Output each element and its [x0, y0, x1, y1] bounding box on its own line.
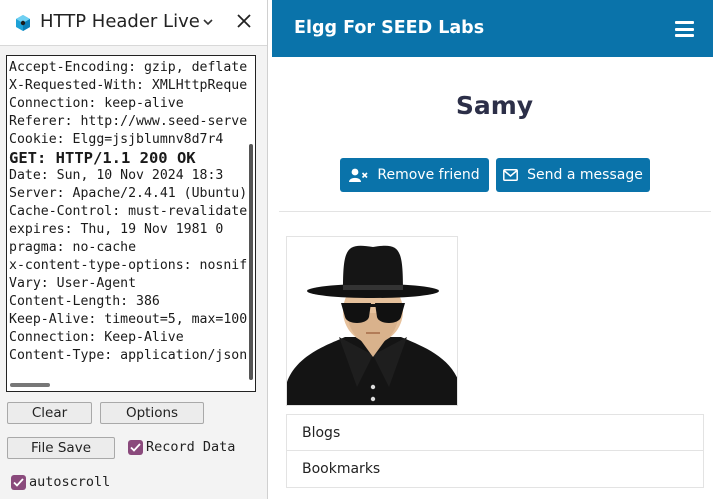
log-line: x-content-type-options: nosniff: [9, 258, 247, 273]
divider: [279, 211, 711, 212]
record-data-label: Record Data: [146, 439, 236, 455]
hamburger-menu-icon[interactable]: [675, 21, 694, 37]
chevron-down-icon[interactable]: [203, 18, 213, 26]
log-line: GET: HTTP/1.1 200 OK: [9, 149, 196, 167]
hacker-avatar-icon: [287, 245, 457, 405]
profile-menu: Blogs Bookmarks: [286, 414, 704, 488]
clear-button[interactable]: Clear: [7, 402, 92, 424]
log-line: Cookie: Elgg=jsjblumnv8d7r4: [9, 132, 224, 147]
send-message-button[interactable]: Send a message: [496, 158, 650, 192]
log-line: Cache-Control: must-revalidate: [9, 204, 247, 219]
profile-name: Samy: [455, 91, 534, 120]
log-line: Content-Type: application/json: [9, 348, 247, 363]
checkbox-checked-icon[interactable]: [11, 474, 26, 490]
autoscroll-label: autoscroll: [29, 474, 111, 490]
record-data-checkbox[interactable]: Record Data: [128, 439, 235, 455]
file-save-button[interactable]: File Save: [7, 437, 115, 459]
profile-menu-item-bookmarks[interactable]: Bookmarks: [286, 451, 704, 488]
close-icon[interactable]: [237, 14, 251, 28]
http-header-live-sidebar: HTTP Header Live Accept-Encoding: gzip, …: [0, 0, 268, 499]
site-brand[interactable]: Elgg For SEED Labs: [294, 18, 484, 38]
horizontal-scroll-thumb[interactable]: [10, 383, 50, 387]
remove-friend-label: Remove friend: [377, 167, 480, 183]
remove-friend-button[interactable]: Remove friend: [340, 158, 489, 192]
log-line: Date: Sun, 10 Nov 2024 18:3: [9, 168, 224, 183]
vertical-scrollbar[interactable]: [247, 56, 255, 380]
extension-cube-icon: [16, 15, 30, 31]
user-remove-icon: [349, 168, 368, 182]
elgg-page: Elgg For SEED Labs Samy Remove friend Se…: [272, 0, 713, 499]
sidebar-header: HTTP Header Live: [0, 0, 267, 46]
log-line: Connection: Keep-Alive: [9, 330, 184, 345]
log-line: Connection: keep-alive: [9, 96, 184, 111]
log-line: X-Requested-With: XMLHttpRequest: [9, 78, 247, 93]
log-line: Accept-Encoding: gzip, deflate: [9, 60, 247, 75]
log-line: Vary: User-Agent: [9, 276, 137, 291]
header-log-lines: Accept-Encoding: gzip, deflate X-Requeste…: [9, 59, 247, 365]
profile-avatar[interactable]: [286, 236, 458, 406]
options-button[interactable]: Options: [100, 402, 204, 424]
checkbox-checked-icon[interactable]: [128, 439, 143, 455]
log-line: Keep-Alive: timeout=5, max=100: [9, 312, 247, 327]
log-line: Server: Apache/2.4.41 (Ubuntu): [9, 186, 247, 201]
send-message-label: Send a message: [527, 167, 643, 183]
log-line: Referer: http://www.seed-server.com: [9, 114, 247, 129]
vertical-scroll-thumb[interactable]: [249, 144, 253, 380]
site-topbar: Elgg For SEED Labs: [272, 0, 713, 57]
log-line: expires: Thu, 19 Nov 1981 0: [9, 222, 224, 237]
profile-menu-item-blogs[interactable]: Blogs: [286, 414, 704, 451]
autoscroll-checkbox[interactable]: autoscroll: [11, 474, 110, 490]
log-line: pragma: no-cache: [9, 240, 137, 255]
header-log[interactable]: Accept-Encoding: gzip, deflate X-Requeste…: [6, 55, 256, 392]
envelope-icon: [503, 169, 519, 181]
log-line: Content-Length: 386: [9, 294, 160, 309]
sidebar-title[interactable]: HTTP Header Live: [40, 11, 200, 32]
